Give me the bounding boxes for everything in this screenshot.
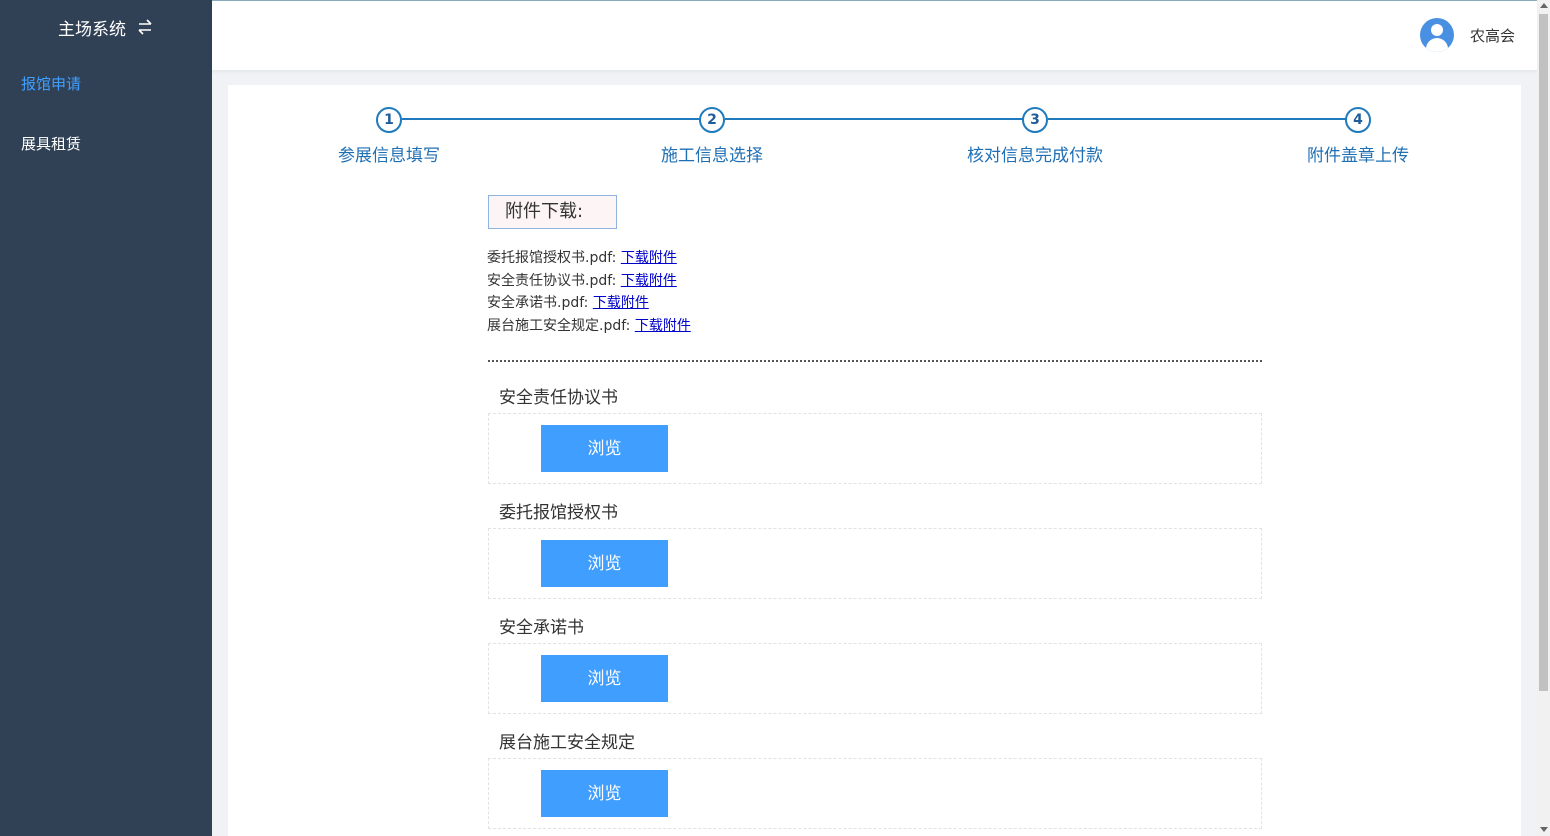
attachment-download-title: 附件下载: xyxy=(488,195,617,229)
step-2-label: 施工信息选择 xyxy=(661,146,763,166)
user-menu[interactable]: 农高会 xyxy=(1419,18,1515,52)
step-4-number: 4 xyxy=(1345,107,1371,133)
sidebar-item-booth-application[interactable]: 报馆申请 xyxy=(0,56,212,112)
file-name: 安全责任协议书.pdf: xyxy=(487,272,617,289)
upload-label-safety-agreement: 安全责任协议书 xyxy=(499,388,618,408)
scroll-down-icon[interactable] xyxy=(1540,827,1548,832)
scroll-thumb[interactable] xyxy=(1539,14,1548,691)
step-4-label: 附件盖章上传 xyxy=(1307,146,1409,166)
file-row: 安全承诺书.pdf: 下载附件 xyxy=(487,292,691,315)
vertical-scrollbar[interactable] xyxy=(1537,0,1550,836)
sidebar-item-equipment-rental[interactable]: 展具租赁 xyxy=(0,116,212,172)
upload-label-safety-pledge: 安全承诺书 xyxy=(499,618,584,638)
file-name: 展台施工安全规定.pdf: xyxy=(487,317,631,334)
browse-button[interactable]: 浏览 xyxy=(541,425,668,472)
browse-button[interactable]: 浏览 xyxy=(541,770,668,817)
file-name: 委托报馆授权书.pdf: xyxy=(487,250,617,266)
step-1-number: 1 xyxy=(376,107,402,133)
sidebar-item-label: 展具租赁 xyxy=(21,135,82,153)
user-name[interactable]: 农高会 xyxy=(1470,25,1515,46)
step-2-number: 2 xyxy=(699,107,725,133)
main-card: 1 2 3 4 参展信息填写 施工信息选择 核对信息完成付款 附件盖章上传 附件… xyxy=(228,85,1521,836)
browse-button[interactable]: 浏览 xyxy=(541,540,668,587)
file-row: 委托报馆授权书.pdf: 下载附件 xyxy=(487,247,691,270)
download-link[interactable]: 下载附件 xyxy=(593,295,649,311)
step-3-number: 3 xyxy=(1022,107,1048,133)
upload-label-authorization: 委托报馆授权书 xyxy=(499,503,618,523)
swap-arrows-icon[interactable] xyxy=(136,19,154,35)
sidebar-item-label: 报馆申请 xyxy=(21,75,82,93)
attachment-file-list: 委托报馆授权书.pdf: 下载附件 安全责任协议书.pdf: 下载附件 安全承诺… xyxy=(487,247,691,337)
sidebar: 主场系统 报馆申请 展具租赁 xyxy=(0,0,212,836)
file-row: 安全责任协议书.pdf: 下载附件 xyxy=(487,270,691,293)
step-connector xyxy=(1048,118,1358,120)
file-name: 安全承诺书.pdf: xyxy=(487,295,589,311)
download-link[interactable]: 下载附件 xyxy=(621,250,677,266)
download-link[interactable]: 下载附件 xyxy=(621,273,677,289)
download-link[interactable]: 下载附件 xyxy=(635,318,691,334)
system-switch[interactable]: 主场系统 xyxy=(0,0,212,54)
system-title: 主场系统 xyxy=(58,19,126,40)
upload-label-construction-rules: 展台施工安全规定 xyxy=(499,733,635,753)
step-3-label: 核对信息完成付款 xyxy=(967,146,1103,166)
upload-box-authorization: 浏览 xyxy=(488,528,1262,599)
top-header: 农高会 xyxy=(212,0,1537,70)
upload-box-safety-agreement: 浏览 xyxy=(488,413,1262,484)
browse-button[interactable]: 浏览 xyxy=(541,655,668,702)
section-divider xyxy=(488,360,1262,362)
file-row: 展台施工安全规定.pdf: 下载附件 xyxy=(487,315,691,338)
step-connector xyxy=(402,118,712,120)
user-avatar-icon[interactable] xyxy=(1419,18,1454,52)
progress-steps: 1 2 3 4 参展信息填写 施工信息选择 核对信息完成付款 附件盖章上传 xyxy=(228,85,1521,175)
upload-box-construction-rules: 浏览 xyxy=(488,758,1262,829)
step-1-label: 参展信息填写 xyxy=(338,146,440,166)
step-connector xyxy=(725,118,1035,120)
scroll-up-icon[interactable] xyxy=(1540,3,1548,8)
upload-box-safety-pledge: 浏览 xyxy=(488,643,1262,714)
